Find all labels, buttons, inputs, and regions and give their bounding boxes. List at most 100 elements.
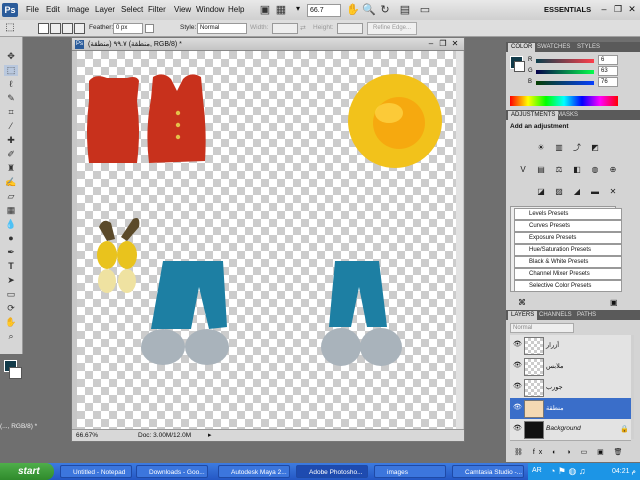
lasso-tool-icon[interactable]: ℓ — [4, 79, 18, 90]
dodge-tool-icon[interactable]: ● — [4, 233, 18, 244]
menu-select[interactable]: Select — [121, 5, 143, 14]
gradient-tool-icon[interactable]: ▦ — [4, 205, 18, 216]
threshold-icon[interactable]: ◢ — [572, 187, 582, 197]
path-selection-tool-icon[interactable]: ➤ — [4, 275, 18, 286]
brush-tool-icon[interactable]: ✐ — [4, 149, 18, 160]
status-arrow-icon[interactable]: ▸ — [208, 431, 214, 440]
blend-mode-select[interactable]: Normal — [510, 323, 574, 333]
doc-minimize-icon[interactable]: – — [426, 39, 436, 49]
minimize-icon[interactable]: – — [598, 3, 610, 15]
intersect-selection-icon[interactable] — [74, 23, 85, 34]
preset-levels[interactable]: Levels Presets — [514, 208, 622, 220]
zoom-level-select[interactable]: 66.7 — [307, 4, 341, 17]
tab-channels[interactable]: CHANNELS — [536, 311, 575, 320]
blue-slider[interactable] — [536, 81, 594, 85]
add-selection-icon[interactable] — [50, 23, 61, 34]
layer-row[interactable]: 👁 جورب — [510, 377, 631, 399]
blue-value[interactable]: 76 — [598, 77, 618, 87]
black-white-icon[interactable]: ◧ — [572, 165, 582, 175]
menu-file[interactable]: File — [26, 5, 39, 14]
background-color-swatch[interactable] — [9, 367, 22, 379]
arrange-documents-icon[interactable]: ▤ — [398, 3, 412, 17]
task-images[interactable]: images — [374, 465, 446, 478]
curves-icon[interactable]: ⤴ — [572, 143, 582, 153]
history-brush-tool-icon[interactable]: ✍ — [4, 177, 18, 188]
shape-tool-icon[interactable]: ▭ — [4, 289, 18, 300]
layer-row[interactable]: 👁 Background 🔒 — [510, 419, 631, 441]
tab-masks[interactable]: MASKS — [554, 111, 581, 120]
eye-icon[interactable]: 👁 — [513, 362, 522, 370]
menu-view[interactable]: View — [174, 5, 191, 14]
style-select[interactable]: Normal — [197, 23, 247, 34]
crop-tool-icon[interactable]: ⌗ — [4, 107, 18, 118]
color-spectrum-bar[interactable] — [510, 96, 618, 106]
exposure-icon[interactable]: ◩ — [590, 143, 600, 153]
swap-dimensions-icon[interactable]: ⇄ — [300, 24, 306, 32]
quick-select-tool-icon[interactable]: ✎ — [4, 93, 18, 104]
task-camtasia[interactable]: Camtasia Studio -... — [452, 465, 524, 478]
clip-icon[interactable]: ⌘ — [518, 298, 526, 307]
selective-color-icon[interactable]: ✕ — [608, 187, 618, 197]
layer-row-selected[interactable]: 👁 منطقة — [510, 398, 631, 420]
task-maya[interactable]: Autodesk Maya 2... — [218, 465, 290, 478]
layer-row[interactable]: 👁 ملابس — [510, 356, 631, 378]
width-input[interactable] — [272, 23, 298, 34]
zoom-tool-icon-box[interactable]: ⌕ — [4, 331, 18, 342]
layer-row[interactable]: 👁 أزرار — [510, 335, 631, 357]
blur-tool-icon[interactable]: 💧 — [4, 219, 18, 230]
doc-close-icon[interactable]: ✕ — [450, 39, 460, 49]
rotate-view-icon[interactable]: ↻ — [378, 3, 392, 17]
feather-input[interactable]: 0 px — [113, 23, 143, 34]
task-notepad[interactable]: Untitled - Notepad — [60, 465, 132, 478]
tab-layers[interactable]: LAYERS — [508, 311, 538, 320]
photo-filter-icon[interactable]: ◍ — [590, 165, 600, 175]
language-indicator[interactable]: AR — [532, 467, 542, 474]
subtract-selection-icon[interactable] — [62, 23, 73, 34]
green-value[interactable]: 63 — [598, 66, 618, 76]
invert-icon[interactable]: ◪ — [536, 187, 546, 197]
move-tool-icon[interactable]: ✥ — [4, 51, 18, 62]
tab-styles[interactable]: STYLES — [574, 43, 603, 52]
doc-restore-icon[interactable]: ❐ — [438, 39, 448, 49]
tab-adjustments[interactable]: ADJUSTMENTS — [508, 111, 559, 120]
tab-swatches[interactable]: SWATCHES — [534, 43, 573, 52]
workspace-switcher[interactable]: ESSENTIALS — [544, 5, 591, 14]
height-input[interactable] — [337, 23, 363, 34]
channel-mixer-icon[interactable]: ⊕ — [608, 165, 618, 175]
color-balance-icon[interactable]: ⚖ — [554, 165, 564, 175]
3d-rotate-tool-icon[interactable]: ⟳ — [4, 303, 18, 314]
antialias-checkbox[interactable] — [145, 24, 154, 33]
pen-tool-icon[interactable]: ✒ — [4, 247, 18, 258]
tab-paths[interactable]: PATHS — [574, 311, 599, 320]
menu-window[interactable]: Window — [196, 5, 224, 14]
preset-black-white[interactable]: Black & White Presets — [514, 256, 622, 268]
tray-icons[interactable]: ◔ ⚑ ◍ ♫ — [550, 466, 586, 477]
task-photoshop[interactable]: Adobe Photosho... — [296, 465, 368, 478]
preset-channel-mixer[interactable]: Channel Mixer Presets — [514, 268, 622, 280]
color-bg-swatch[interactable] — [514, 61, 525, 72]
canvas[interactable] — [77, 51, 457, 431]
eraser-tool-icon[interactable]: ▱ — [4, 191, 18, 202]
eye-icon[interactable]: 👁 — [513, 404, 522, 412]
healing-brush-tool-icon[interactable]: ✚ — [4, 135, 18, 146]
red-value[interactable]: 6 — [598, 55, 618, 65]
type-tool-icon[interactable]: T — [4, 261, 18, 272]
eye-icon[interactable]: 👁 — [513, 341, 522, 349]
close-icon[interactable]: ✕ — [626, 3, 638, 15]
levels-icon[interactable]: ▥ — [554, 143, 564, 153]
eye-icon[interactable]: 👁 — [513, 383, 522, 391]
red-slider[interactable] — [536, 59, 594, 63]
eyedropper-tool-icon[interactable]: ⁄ — [4, 121, 18, 132]
preset-hue-saturation[interactable]: Hue/Saturation Presets — [514, 244, 622, 256]
marquee-tool-icon[interactable]: ⬚ — [4, 65, 18, 76]
new-selection-icon[interactable] — [38, 23, 49, 34]
menu-help[interactable]: Help — [228, 5, 244, 14]
layer-actions-icons[interactable]: ⛓ fx ◐ ◑ ▭ ▣ 🗑 — [514, 448, 627, 456]
hue-saturation-icon[interactable]: ▤ — [536, 165, 546, 175]
trash-icon[interactable]: ▣ — [610, 298, 618, 307]
menu-filter[interactable]: Filter — [148, 5, 166, 14]
bridge-icon[interactable]: ▣ — [258, 3, 272, 17]
document-title-bar[interactable]: Ps (منطقة) ٩٩.٧ (منطقة, RGB/8) * – ❐ ✕ — [72, 38, 464, 51]
preset-selective-color[interactable]: Selective Color Presets — [514, 280, 622, 292]
document-scrollbar[interactable] — [456, 51, 463, 431]
